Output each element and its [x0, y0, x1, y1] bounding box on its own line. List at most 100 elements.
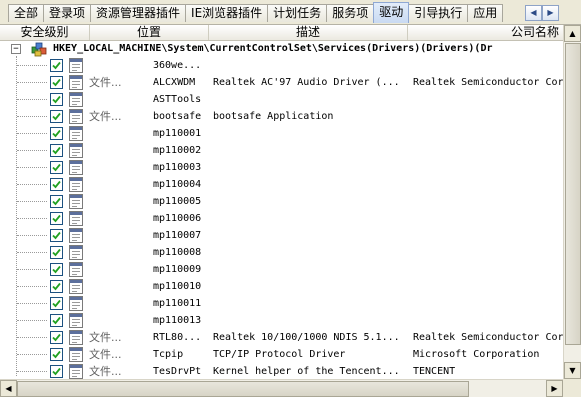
scrollbar-corner: [563, 379, 581, 397]
collapse-toggle[interactable]: −: [11, 44, 21, 54]
list-item[interactable]: mp110007: [0, 227, 563, 244]
enable-checkbox[interactable]: [50, 331, 63, 344]
enable-checkbox[interactable]: [50, 297, 63, 310]
list-item[interactable]: mp110005: [0, 193, 563, 210]
column-security-level[interactable]: 安全级别: [0, 25, 90, 40]
enable-checkbox[interactable]: [50, 178, 63, 191]
list-item[interactable]: mp110002: [0, 142, 563, 159]
enable-checkbox[interactable]: [50, 280, 63, 293]
list-item[interactable]: 文件... Tcpip TCP/IP Protocol Driver Microsof…: [0, 346, 563, 363]
check-mark-icon: [52, 333, 61, 342]
list-item[interactable]: 文件... bootsafe bootsafe Application: [0, 108, 563, 125]
driver-description: TCP/IP Protocol Driver: [213, 349, 346, 360]
enable-checkbox[interactable]: [50, 161, 63, 174]
list-item[interactable]: mp110006: [0, 210, 563, 227]
list-item[interactable]: mp110013: [0, 312, 563, 329]
tree-branch: [17, 337, 47, 338]
check-mark-icon: [52, 316, 61, 325]
list-item[interactable]: ASTTools: [0, 91, 563, 108]
driver-file-icon: [69, 228, 83, 243]
list-item[interactable]: 文件... TesDrvPt Kernel helper of the Tencen…: [0, 363, 563, 379]
horizontal-scrollbar[interactable]: ◀ ▶: [0, 379, 563, 397]
tab-scheduled-tasks[interactable]: 计划任务: [267, 4, 328, 22]
file-type-label: 文件...: [89, 110, 122, 123]
tree-branch: [17, 235, 47, 236]
driver-name: mp110007: [153, 230, 202, 241]
enable-checkbox[interactable]: [50, 110, 63, 123]
tab-list: 全部 登录项 资源管理器插件 IE浏览器插件 计划任务 服务项 驱动 引导执行 …: [8, 2, 504, 24]
tab-boot-execute[interactable]: 引导执行: [408, 4, 469, 22]
driver-file-icon: [69, 279, 83, 294]
list-item[interactable]: mp110001: [0, 125, 563, 142]
horizontal-scroll-thumb[interactable]: [17, 381, 469, 397]
scroll-right-button[interactable]: ▶: [546, 380, 563, 397]
driver-name: mp110011: [153, 298, 202, 309]
driver-name: mp110004: [153, 179, 202, 190]
tree-branch: [17, 167, 47, 168]
tree-branch: [17, 65, 47, 66]
vertical-scroll-thumb[interactable]: [565, 43, 581, 345]
enable-checkbox[interactable]: [50, 59, 63, 72]
check-mark-icon: [52, 78, 61, 87]
scroll-left-button[interactable]: ◀: [0, 380, 17, 397]
enable-checkbox[interactable]: [50, 93, 63, 106]
enable-checkbox[interactable]: [50, 195, 63, 208]
enable-checkbox[interactable]: [50, 314, 63, 327]
tab-explorer-plugins[interactable]: 资源管理器插件: [90, 4, 187, 22]
column-description[interactable]: 描述: [209, 25, 408, 40]
driver-file-icon: [69, 92, 83, 107]
check-mark-icon: [52, 61, 61, 70]
enable-checkbox[interactable]: [50, 212, 63, 225]
check-mark-icon: [52, 112, 61, 121]
list-item[interactable]: mp110004: [0, 176, 563, 193]
driver-name: mp110003: [153, 162, 202, 173]
driver-file-icon: [69, 143, 83, 158]
driver-file-icon: [69, 177, 83, 192]
enable-checkbox[interactable]: [50, 263, 63, 276]
company-name: Realtek Semiconductor Cor: [413, 77, 563, 88]
tab-all[interactable]: 全部: [8, 4, 45, 22]
enable-checkbox[interactable]: [50, 144, 63, 157]
scroll-down-button[interactable]: ▼: [564, 362, 581, 379]
list-item[interactable]: mp110009: [0, 261, 563, 278]
tab-services[interactable]: 服务项: [326, 4, 375, 22]
list-item[interactable]: 文件... RTL80... Realtek 10/100/1000 NDIS 5.…: [0, 329, 563, 346]
enable-checkbox[interactable]: [50, 127, 63, 140]
scroll-up-button[interactable]: ▲: [564, 25, 581, 42]
list-item[interactable]: mp110011: [0, 295, 563, 312]
enable-checkbox[interactable]: [50, 365, 63, 378]
column-location[interactable]: 位置: [90, 25, 209, 40]
list-item[interactable]: mp110003: [0, 159, 563, 176]
tab-logon[interactable]: 登录项: [43, 4, 92, 22]
driver-name: bootsafe: [153, 111, 202, 122]
tab-ie-plugins[interactable]: IE浏览器插件: [185, 4, 269, 22]
tree-branch: [17, 371, 47, 372]
tab-prev-button[interactable]: ◀: [525, 5, 542, 21]
enable-checkbox[interactable]: [50, 246, 63, 259]
tab-next-button[interactable]: ▶: [542, 5, 559, 21]
enable-checkbox[interactable]: [50, 348, 63, 361]
list-item[interactable]: 360we...: [0, 57, 563, 74]
registry-path: HKEY_LOCAL_MACHINE\System\CurrentControl…: [53, 43, 493, 54]
list-item[interactable]: mp110010: [0, 278, 563, 295]
list-item[interactable]: 文件... ALCXWDM Realtek AC'97 Audio Driver (…: [0, 74, 563, 91]
tree-branch: [17, 82, 47, 83]
enable-checkbox[interactable]: [50, 229, 63, 242]
tab-apps[interactable]: 应用: [467, 4, 504, 22]
tree-branch: [17, 184, 47, 185]
tree-branch: [17, 269, 47, 270]
check-mark-icon: [52, 95, 61, 104]
vertical-scrollbar[interactable]: ▲ ▼: [563, 25, 581, 379]
column-header: 安全级别 位置 描述 公司名称: [0, 25, 581, 41]
driver-name: mp110013: [153, 315, 202, 326]
column-company[interactable]: 公司名称: [408, 25, 581, 40]
driver-name: mp110001: [153, 128, 202, 139]
driver-name: ASTTools: [153, 94, 202, 105]
enable-checkbox[interactable]: [50, 76, 63, 89]
driver-file-icon: [69, 262, 83, 277]
tab-drivers[interactable]: 驱动: [373, 2, 410, 23]
list-item[interactable]: mp110008: [0, 244, 563, 261]
driver-name: mp110002: [153, 145, 202, 156]
check-mark-icon: [52, 367, 61, 376]
tree-branch: [17, 320, 47, 321]
